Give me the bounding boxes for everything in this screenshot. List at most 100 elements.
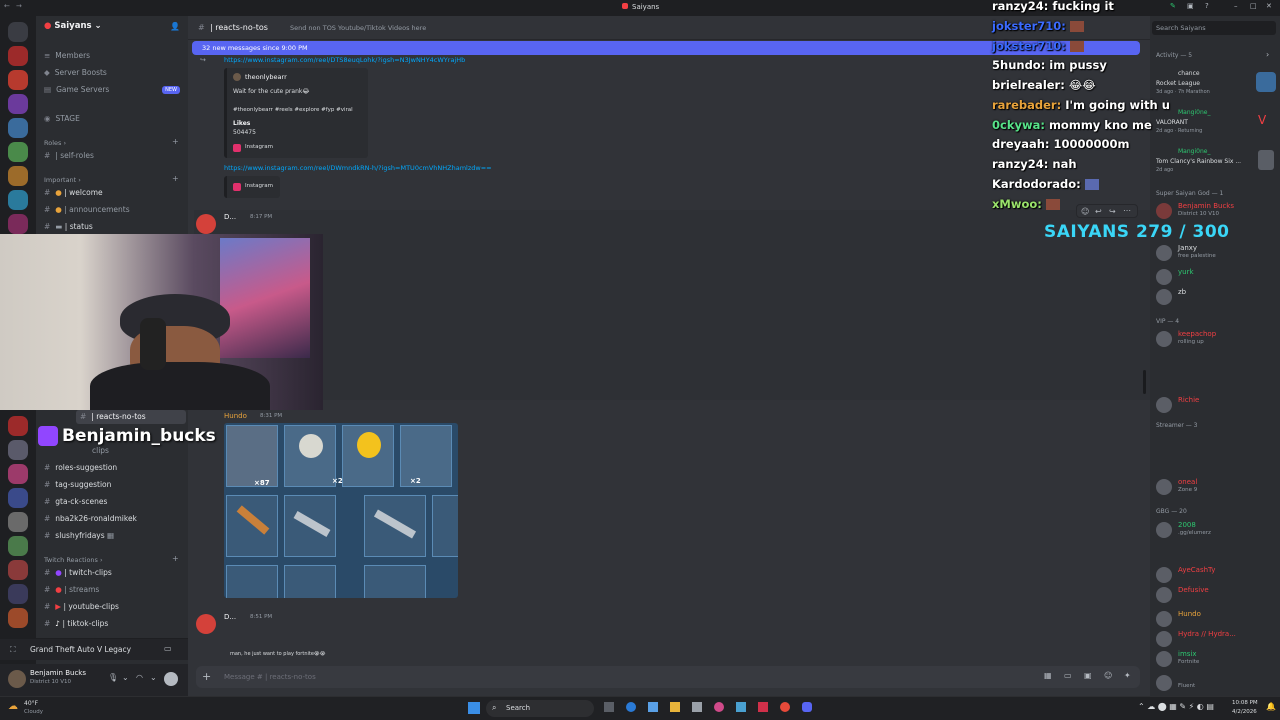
sidebar-item-reacts-no-tos[interactable]: # | reacts-no-tos bbox=[76, 410, 186, 424]
edge-beta-icon[interactable] bbox=[648, 702, 658, 712]
message-image[interactable]: ×87 ×2 ×2 bbox=[224, 423, 458, 598]
category-roles[interactable]: Roles › bbox=[44, 139, 66, 147]
server-icon[interactable] bbox=[8, 214, 28, 234]
search-input[interactable]: Search Saiyans bbox=[1156, 24, 1206, 32]
server-icon[interactable] bbox=[8, 536, 28, 556]
search-box[interactable]: Search Saiyans bbox=[1152, 21, 1276, 35]
sidebar-item-welcome[interactable]: # ● | welcome bbox=[44, 186, 103, 200]
server-icon[interactable] bbox=[8, 440, 28, 460]
chevron-down-icon[interactable]: ⌄ bbox=[150, 673, 157, 682]
server-icon[interactable] bbox=[8, 46, 28, 66]
sidebar-item-youtube-clips[interactable]: # ▶ | youtube-clips bbox=[44, 600, 119, 614]
sidebar-item-members[interactable]: ≡ Members bbox=[44, 49, 90, 63]
server-icon[interactable] bbox=[8, 416, 28, 436]
close-button[interactable]: ✕ bbox=[1266, 2, 1272, 10]
emoji-icon[interactable]: ☺ bbox=[1104, 671, 1112, 680]
attach-plus-icon[interactable]: + bbox=[202, 670, 211, 683]
embed-likes-label: Likes bbox=[233, 120, 251, 127]
app-icon[interactable] bbox=[758, 702, 768, 712]
sidebar-item-stage[interactable]: ◉ STAGE bbox=[44, 112, 80, 126]
settings-app-icon[interactable] bbox=[692, 702, 702, 712]
sidebar-item-gta-ck-scenes[interactable]: # gta-ck-scenes bbox=[44, 495, 107, 509]
apps-icon[interactable]: ✦ bbox=[1124, 671, 1131, 680]
category-twitch-reactions[interactable]: Twitch Reactions › bbox=[44, 556, 103, 564]
discord-taskbar-icon[interactable] bbox=[802, 702, 812, 712]
server-name-header[interactable]: ● Saiyans ⌄ bbox=[44, 21, 102, 31]
activity-status-bar[interactable]: ⛶ Grand Theft Auto V Legacy ▭ bbox=[0, 638, 188, 660]
gear-icon[interactable] bbox=[164, 672, 178, 686]
inbox-icon[interactable]: ▣ bbox=[1187, 2, 1194, 10]
add-channel-icon[interactable]: + bbox=[172, 554, 179, 563]
server-icon[interactable] bbox=[8, 94, 28, 114]
message-author[interactable]: D... bbox=[224, 213, 236, 221]
add-channel-icon[interactable]: + bbox=[172, 137, 179, 146]
sidebar-item-clips[interactable]: clips bbox=[92, 444, 109, 458]
server-icon[interactable] bbox=[8, 560, 28, 580]
sidebar-item-tiktok-clips[interactable]: # ♪ | tiktok-clips bbox=[44, 617, 108, 631]
app-icon[interactable] bbox=[736, 702, 746, 712]
server-icon[interactable] bbox=[8, 464, 28, 484]
message-link[interactable]: https://www.instagram.com/reel/DWmndkRN-… bbox=[224, 164, 492, 172]
headphones-icon[interactable]: ◠ bbox=[136, 673, 143, 682]
maximize-button[interactable]: □ bbox=[1250, 2, 1257, 10]
sidebar-item-announcements[interactable]: # ● | announcements bbox=[44, 203, 130, 217]
avatar[interactable] bbox=[8, 670, 26, 688]
vpn-icon[interactable]: ✎ bbox=[1170, 2, 1176, 10]
minimize-button[interactable]: – bbox=[1234, 2, 1238, 10]
add-member-icon[interactable]: 👤 bbox=[170, 22, 180, 31]
server-icon[interactable] bbox=[8, 166, 28, 186]
category-important[interactable]: Important › bbox=[44, 176, 81, 184]
message-link[interactable]: https://www.instagram.com/reel/DTS8euqLo… bbox=[224, 56, 465, 64]
embed-author[interactable]: theonlybearr bbox=[245, 73, 287, 81]
file-explorer-icon[interactable] bbox=[670, 702, 680, 712]
scrollbar[interactable] bbox=[1143, 370, 1146, 394]
sidebar-item-tag-suggestion[interactable]: # tag-suggestion bbox=[44, 478, 111, 492]
edge-icon[interactable] bbox=[626, 702, 636, 712]
avatar[interactable] bbox=[196, 614, 216, 634]
message-author[interactable]: D... bbox=[224, 613, 236, 621]
task-view-icon[interactable] bbox=[604, 702, 614, 712]
sidebar-item-twitch-clips[interactable]: # ● | twitch-clips bbox=[44, 566, 112, 580]
server-icon[interactable] bbox=[8, 512, 28, 532]
forward-arrow-icon[interactable]: → bbox=[16, 2, 22, 10]
server-icon[interactable] bbox=[8, 584, 28, 604]
microphone-icon[interactable]: 🎙 bbox=[108, 673, 118, 682]
taskbar-search[interactable]: ⌕ Search bbox=[486, 700, 594, 717]
server-icon[interactable] bbox=[8, 70, 28, 90]
sidebar-item-self-roles[interactable]: # | self-roles bbox=[44, 149, 94, 163]
add-channel-icon[interactable]: + bbox=[172, 174, 179, 183]
sidebar-item-label: | welcome bbox=[64, 188, 103, 197]
sidebar-item-game-servers[interactable]: ▤ Game Servers NEW bbox=[44, 83, 180, 97]
server-icon[interactable] bbox=[8, 190, 28, 210]
clock-time[interactable]: 10:08 PM bbox=[1232, 700, 1258, 706]
message-author[interactable]: Hundo bbox=[224, 412, 247, 420]
sidebar-item-streams[interactable]: # ● | streams bbox=[44, 583, 99, 597]
clock-date[interactable]: 4/2/2026 bbox=[1232, 709, 1257, 715]
sidebar-item-roles-suggestion[interactable]: # roles-suggestion bbox=[44, 461, 117, 475]
server-icon[interactable] bbox=[8, 488, 28, 508]
message-input[interactable]: Message # | reacts-no-tos bbox=[224, 673, 316, 681]
sidebar-item-status[interactable]: # ▬ | status bbox=[44, 220, 93, 234]
gif-icon[interactable]: ▭ bbox=[1064, 671, 1072, 680]
activity-settings-icon[interactable]: ▭ bbox=[164, 644, 172, 653]
server-icon[interactable] bbox=[8, 118, 28, 138]
message-input-box[interactable]: + Message # | reacts-no-tos ▦ ▭ ▣ ☺ ✦ bbox=[196, 666, 1140, 688]
chevron-down-icon[interactable]: ⌄ bbox=[122, 673, 129, 682]
server-icon[interactable] bbox=[8, 608, 28, 628]
sidebar-item-slushyfridays[interactable]: # slushyfridays ▦ bbox=[44, 529, 114, 543]
windows-start-icon[interactable] bbox=[468, 702, 480, 714]
system-tray-icons[interactable]: ⌃ ☁ ⬤ ▦ ✎ ⚡ ◐ ▤ bbox=[1138, 702, 1214, 711]
help-icon[interactable]: ? bbox=[1205, 2, 1209, 10]
server-icon[interactable] bbox=[8, 142, 28, 162]
direct-messages-icon[interactable] bbox=[8, 22, 28, 42]
avatar[interactable] bbox=[196, 214, 216, 234]
app-icon[interactable] bbox=[780, 702, 790, 712]
notifications-icon[interactable]: 🔔 bbox=[1266, 702, 1276, 711]
chevron-right-icon[interactable]: › bbox=[1266, 50, 1269, 59]
gift-icon[interactable]: ▦ bbox=[1044, 671, 1052, 680]
sticker-icon[interactable]: ▣ bbox=[1084, 671, 1092, 680]
app-icon[interactable] bbox=[714, 702, 724, 712]
sidebar-item-nba2k26[interactable]: # nba2k26-ronaldmikek bbox=[44, 512, 137, 526]
sidebar-item-server-boosts[interactable]: ◆ Server Boosts bbox=[44, 66, 107, 80]
back-arrow-icon[interactable]: ← bbox=[4, 2, 10, 10]
